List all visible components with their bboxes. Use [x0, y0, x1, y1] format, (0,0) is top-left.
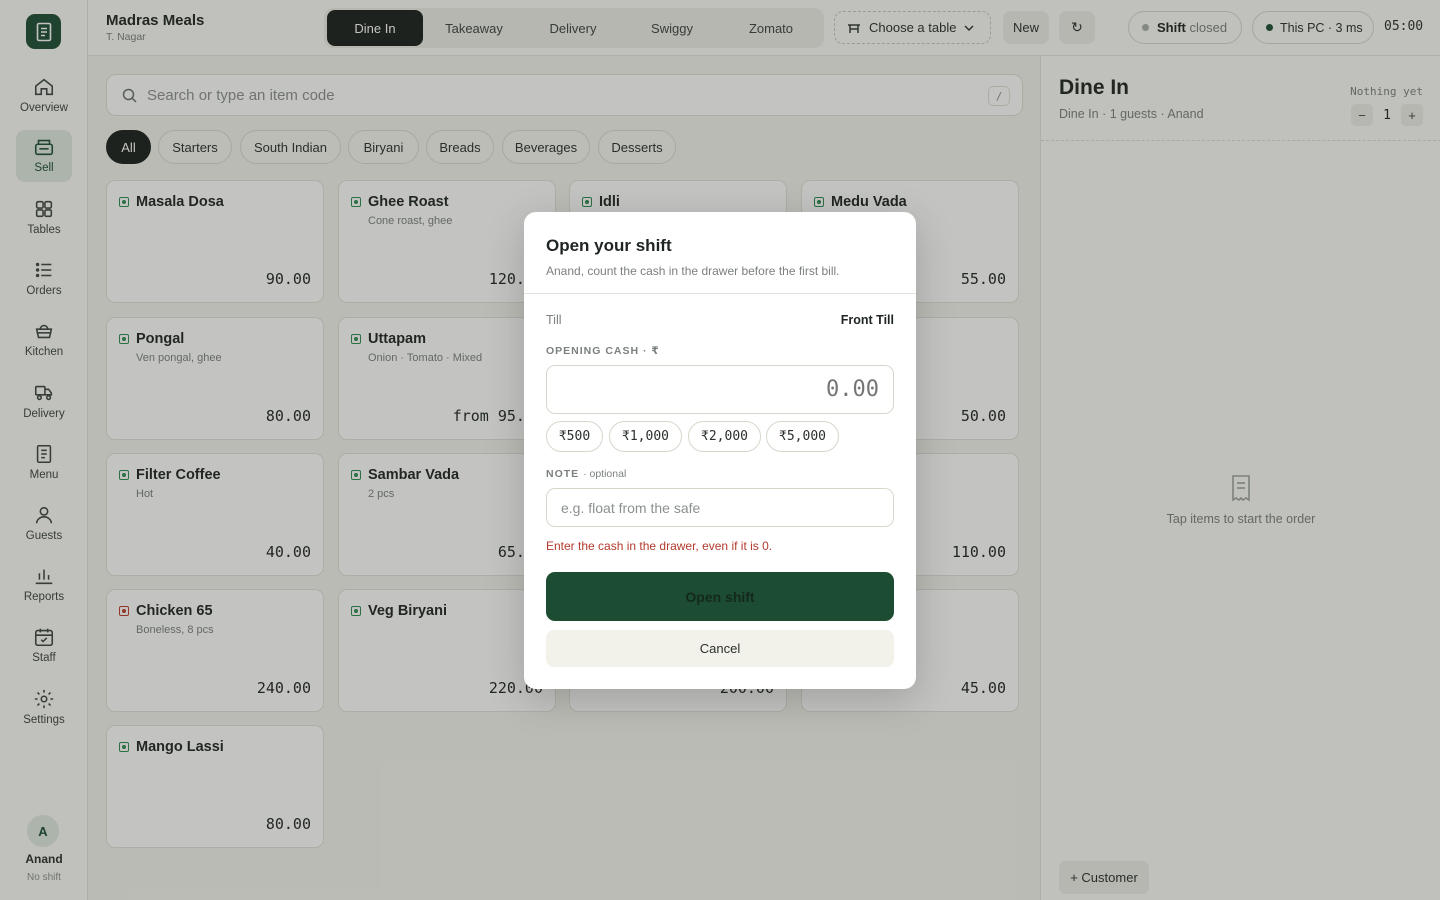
validation-error: Enter the cash in the drawer, even if it… — [546, 539, 773, 553]
note-label-text: NOTE — [546, 468, 580, 480]
opening-cash-input[interactable] — [546, 365, 894, 414]
open-shift-dialog: Open your shift Anand, count the cash in… — [524, 212, 916, 689]
quick-amount-5000-button[interactable]: ₹5,000 — [766, 421, 839, 452]
open-shift-button[interactable]: Open shift — [546, 572, 894, 621]
till-label: Till — [546, 313, 562, 327]
divider — [524, 293, 916, 294]
cancel-button[interactable]: Cancel — [546, 630, 894, 667]
opening-cash-label: OPENING CASH · ₹ — [546, 345, 660, 357]
note-input[interactable] — [546, 488, 894, 527]
dialog-title: Open your shift — [546, 236, 672, 255]
note-optional-text: · optional — [583, 468, 627, 480]
till-value: Front Till — [840, 313, 894, 327]
note-label: NOTE · optional — [546, 468, 626, 480]
quick-amount-500-button[interactable]: ₹500 — [546, 421, 603, 452]
quick-amount-1000-button[interactable]: ₹1,000 — [609, 421, 682, 452]
quick-amount-2000-button[interactable]: ₹2,000 — [688, 421, 761, 452]
dialog-subtitle: Anand, count the cash in the drawer befo… — [546, 264, 840, 278]
